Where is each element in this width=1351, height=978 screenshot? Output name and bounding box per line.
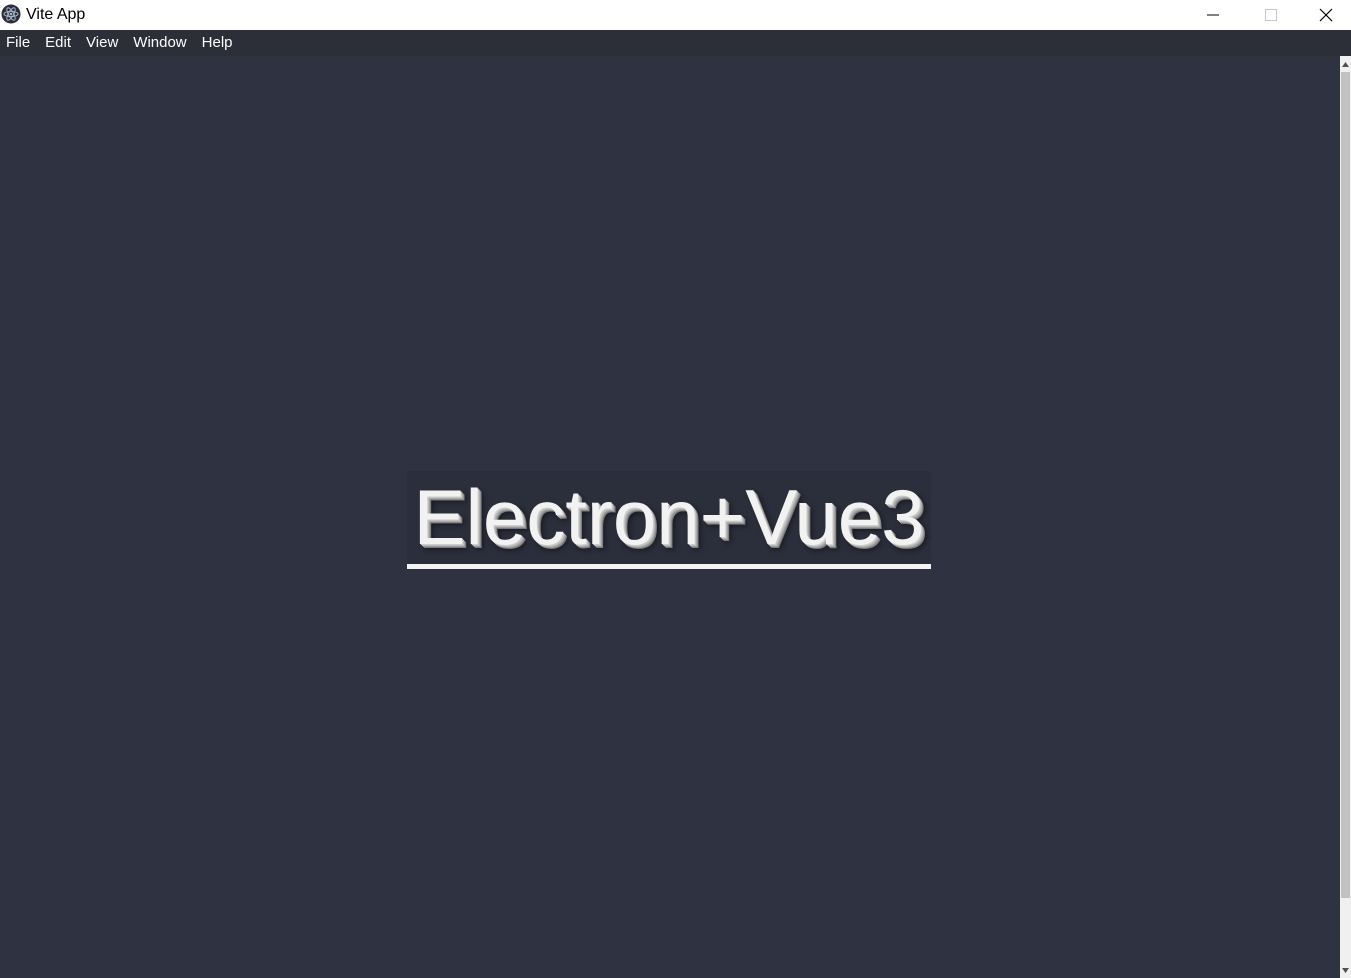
menu-window[interactable]: Window xyxy=(126,30,194,56)
scroll-down-button[interactable] xyxy=(1340,962,1351,978)
close-button[interactable] xyxy=(1300,0,1351,29)
close-icon xyxy=(1319,8,1332,21)
maximize-icon xyxy=(1265,8,1277,21)
menu-view[interactable]: View xyxy=(79,30,126,56)
menu-bar: File Edit View Window Help xyxy=(0,30,1351,56)
hero-heading: Electron+Vue3 xyxy=(413,473,925,561)
title-bar[interactable]: Vite App xyxy=(0,0,1351,30)
scroll-up-arrow-icon xyxy=(1342,61,1349,67)
maximize-button[interactable] xyxy=(1242,0,1300,29)
main-content: Electron+Vue3 xyxy=(0,56,1340,978)
minimize-icon xyxy=(1207,14,1219,15)
menu-edit[interactable]: Edit xyxy=(38,30,79,56)
scrollbar-thumb[interactable] xyxy=(1341,72,1350,898)
scroll-down-arrow-icon xyxy=(1342,967,1349,973)
menu-file[interactable]: File xyxy=(0,30,38,56)
menu-help[interactable]: Help xyxy=(195,30,241,56)
electron-logo-icon xyxy=(1,4,21,24)
scroll-up-button[interactable] xyxy=(1340,56,1351,72)
minimize-button[interactable] xyxy=(1184,0,1242,29)
heading-underline xyxy=(407,564,931,569)
window-title: Vite App xyxy=(26,6,86,23)
hero-heading-box: Electron+Vue3 xyxy=(407,471,931,570)
vertical-scrollbar[interactable] xyxy=(1340,56,1351,978)
